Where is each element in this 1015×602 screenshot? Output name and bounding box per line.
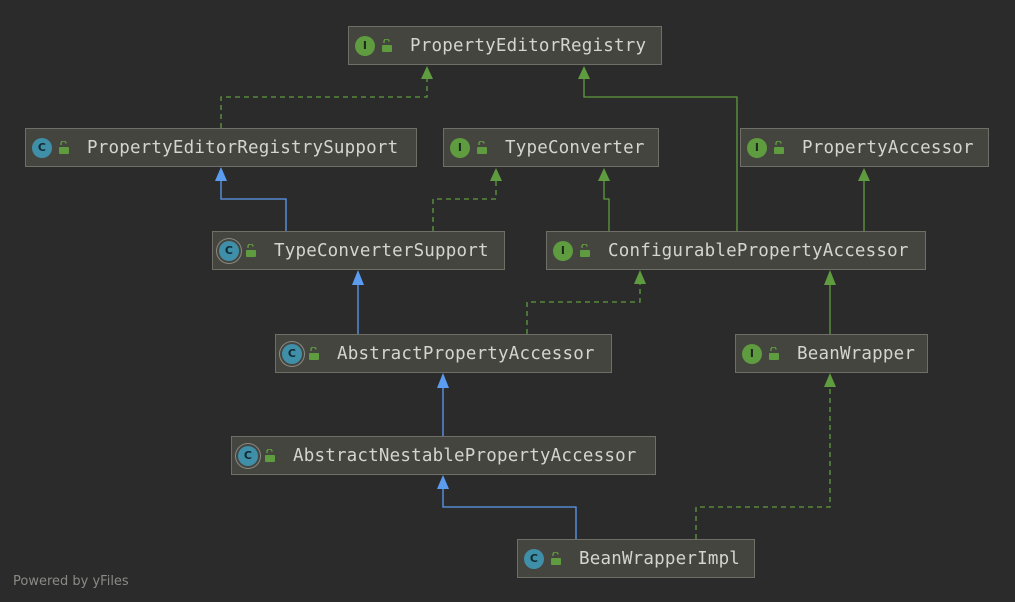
unlocked-icon xyxy=(382,38,392,52)
node-name: AbstractPropertyAccessor xyxy=(337,343,595,364)
node-name: ConfigurablePropertyAccessor xyxy=(608,240,909,261)
arrowhead xyxy=(858,168,870,181)
edge-configurablepropertyaccessor-extends-typeconverter xyxy=(603,181,610,231)
inheritance-edges xyxy=(215,66,870,539)
abstract-class-icon: C xyxy=(219,240,239,261)
arrowhead xyxy=(634,270,646,284)
node-abstractnestablepropertyaccessor[interactable]: C AbstractNestablePropertyAccessor xyxy=(231,436,656,475)
unlocked-icon xyxy=(246,243,256,257)
unlocked-icon xyxy=(309,346,319,360)
node-propertyeditorregistry[interactable]: I PropertyEditorRegistry xyxy=(348,26,662,65)
unlocked-icon xyxy=(477,140,487,154)
node-name: BeanWrapperImpl xyxy=(579,548,741,569)
arrowhead xyxy=(578,66,590,79)
arrowhead xyxy=(421,66,433,79)
node-name: BeanWrapper xyxy=(797,343,916,364)
interface-icon: I xyxy=(450,137,470,158)
arrowhead xyxy=(352,270,364,285)
node-name: AbstractNestablePropertyAccessor xyxy=(293,445,637,466)
node-beanwrapperimpl[interactable]: C BeanWrapperImpl xyxy=(517,539,755,578)
node-name: PropertyEditorRegistry xyxy=(410,35,647,56)
edge-abstractpropertyaccessor-implements-configurablepropertyaccessor xyxy=(526,284,641,334)
edge-typeconvertersupport-extends-propertyeditorregistrysupport xyxy=(220,181,287,231)
unlocked-icon xyxy=(769,346,779,360)
node-abstractpropertyaccessor[interactable]: C AbstractPropertyAccessor xyxy=(275,334,612,373)
node-name: PropertyAccessor xyxy=(802,137,974,158)
abstract-class-icon: C xyxy=(238,445,258,466)
arrowhead xyxy=(490,168,502,181)
interface-icon: I xyxy=(742,343,762,364)
node-propertyeditorregistrysupport[interactable]: C PropertyEditorRegistrySupport xyxy=(25,128,417,167)
node-beanwrapper[interactable]: I BeanWrapper xyxy=(735,334,928,373)
interface-icon: I xyxy=(355,35,375,56)
unlocked-icon xyxy=(59,140,69,154)
node-name: PropertyEditorRegistrySupport xyxy=(87,137,399,158)
edge-beanwrapperimpl-implements-beanwrapper xyxy=(695,387,831,539)
abstract-class-icon: C xyxy=(282,343,302,364)
unlocked-icon xyxy=(580,243,590,257)
node-name: TypeConverter xyxy=(505,137,645,158)
node-typeconverter[interactable]: I TypeConverter xyxy=(443,128,659,167)
node-configurablepropertyaccessor[interactable]: I ConfigurablePropertyAccessor xyxy=(546,231,926,270)
node-propertyaccessor[interactable]: I PropertyAccessor xyxy=(740,128,989,167)
arrowhead xyxy=(437,475,449,489)
unlocked-icon xyxy=(551,551,561,565)
arrowhead xyxy=(437,373,449,388)
node-name: TypeConverterSupport xyxy=(274,240,489,261)
arrowhead xyxy=(598,168,610,181)
interface-icon: I xyxy=(553,240,573,261)
class-icon: C xyxy=(524,548,544,569)
class-icon: C xyxy=(32,137,52,158)
powered-by-footer: Powered by yFiles xyxy=(13,574,129,589)
edge-typeconvertersupport-implements-typeconverter xyxy=(432,181,497,231)
node-typeconvertersupport[interactable]: C TypeConverterSupport xyxy=(212,231,505,270)
arrowhead xyxy=(824,373,836,387)
unlocked-icon xyxy=(774,140,784,154)
edge-beanwrapperimpl-extends-abstractnestablepropertyaccessor xyxy=(442,489,577,539)
edge-propertyeditorregistrysupport-implements-propertyeditorregistry xyxy=(220,78,428,128)
arrowhead xyxy=(215,167,227,181)
unlocked-icon xyxy=(265,448,275,462)
arrowhead xyxy=(824,270,836,285)
interface-icon: I xyxy=(747,137,767,158)
